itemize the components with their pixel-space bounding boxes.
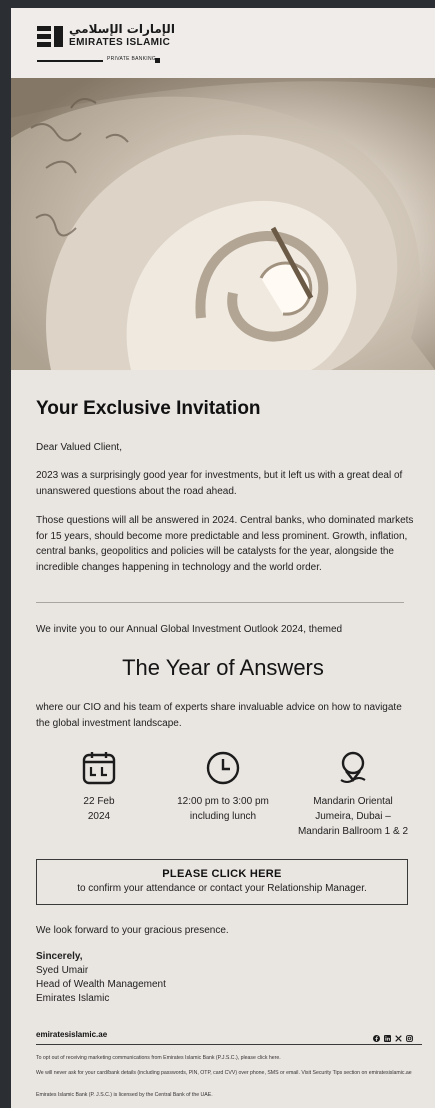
linkedin-icon[interactable] — [384, 1029, 391, 1042]
footer-divider — [36, 1044, 422, 1045]
event-location: Mandarin Oriental Jumeira, Dubai – Manda… — [283, 750, 423, 839]
invitation-title: Your Exclusive Invitation — [36, 398, 261, 419]
brand-name-arabic: الإمارات الإسلامي — [69, 22, 175, 36]
location-pin-icon — [340, 751, 366, 783]
event-date: 22 Feb 2024 — [29, 750, 169, 824]
event-details: 22 Feb 2024 12:00 pm to 3:00 pm includin… — [11, 744, 435, 844]
signer-role: Head of Wealth Management — [36, 979, 166, 990]
hero-image — [11, 78, 435, 370]
email-body: الإمارات الإسلامي EMIRATES ISLAMIC PRIVA… — [11, 8, 435, 1108]
private-banking-label: PRIVATE BANKING — [107, 56, 157, 62]
calendar-icon — [82, 752, 116, 785]
date-line-1: 22 Feb — [83, 796, 115, 807]
spiral-staircase-image — [11, 78, 435, 370]
theme-description: where our CIO and his team of experts sh… — [36, 702, 402, 729]
x-icon[interactable] — [395, 1029, 402, 1042]
email-header: الإمارات الإسلامي EMIRATES ISLAMIC PRIVA… — [11, 8, 435, 78]
emirates-islamic-logo-icon — [37, 26, 63, 48]
rsvp-button[interactable]: PLEASE CLICK HERE to confirm your attend… — [36, 859, 408, 905]
private-banking-rule — [37, 60, 103, 62]
invite-line: We invite you to our Annual Global Inves… — [36, 624, 343, 635]
event-time: 12:00 pm to 3:00 pm including lunch — [153, 750, 293, 824]
greeting-text: Dear Valued Client, — [36, 442, 122, 453]
optout-text[interactable]: To opt out of receiving marketing commun… — [36, 1055, 416, 1062]
location-line-3: Mandarin Ballroom 1 & 2 — [297, 826, 409, 837]
signature-block: Sincerely, Syed Umair Head of Wealth Man… — [36, 950, 166, 1006]
website-link[interactable]: emiratesislamic.ae — [36, 1030, 107, 1039]
rsvp-heading[interactable]: PLEASE CLICK HERE — [37, 868, 407, 880]
private-banking-mark — [155, 58, 160, 63]
social-links — [373, 1029, 413, 1042]
security-notice: We will never ask for your card/bank det… — [36, 1070, 412, 1076]
intro-paragraph: 2023 was a surprisingly good year for in… — [36, 470, 403, 497]
license-text: Emirates Islamic Bank (P. J.S.C.) is lic… — [36, 1092, 213, 1098]
date-line-2: 2024 — [87, 811, 111, 822]
rsvp-subtext[interactable]: to confirm your attendance or contact yo… — [37, 883, 407, 894]
time-line-1: 12:00 pm to 3:00 pm — [177, 796, 269, 807]
location-line-2: Jumeira, Dubai – — [315, 811, 391, 822]
outlook-paragraph: Those questions will all be answered in … — [36, 515, 414, 573]
theme-title: The Year of Answers — [122, 655, 324, 680]
clock-icon — [206, 751, 240, 785]
location-line-1: Mandarin Oriental — [313, 796, 393, 807]
section-divider — [36, 602, 404, 603]
brand-name-english: EMIRATES ISLAMIC — [69, 37, 171, 48]
signer-company: Emirates Islamic — [36, 993, 110, 1004]
time-line-2: including lunch — [189, 811, 257, 822]
sincerely-text: Sincerely, — [36, 951, 83, 962]
signer-name: Syed Umair — [36, 965, 89, 976]
closing-line: We look forward to your gracious presenc… — [36, 925, 229, 936]
facebook-icon[interactable] — [373, 1029, 380, 1042]
viewer-frame: الإمارات الإسلامي EMIRATES ISLAMIC PRIVA… — [0, 0, 435, 1108]
instagram-icon[interactable] — [406, 1029, 413, 1042]
